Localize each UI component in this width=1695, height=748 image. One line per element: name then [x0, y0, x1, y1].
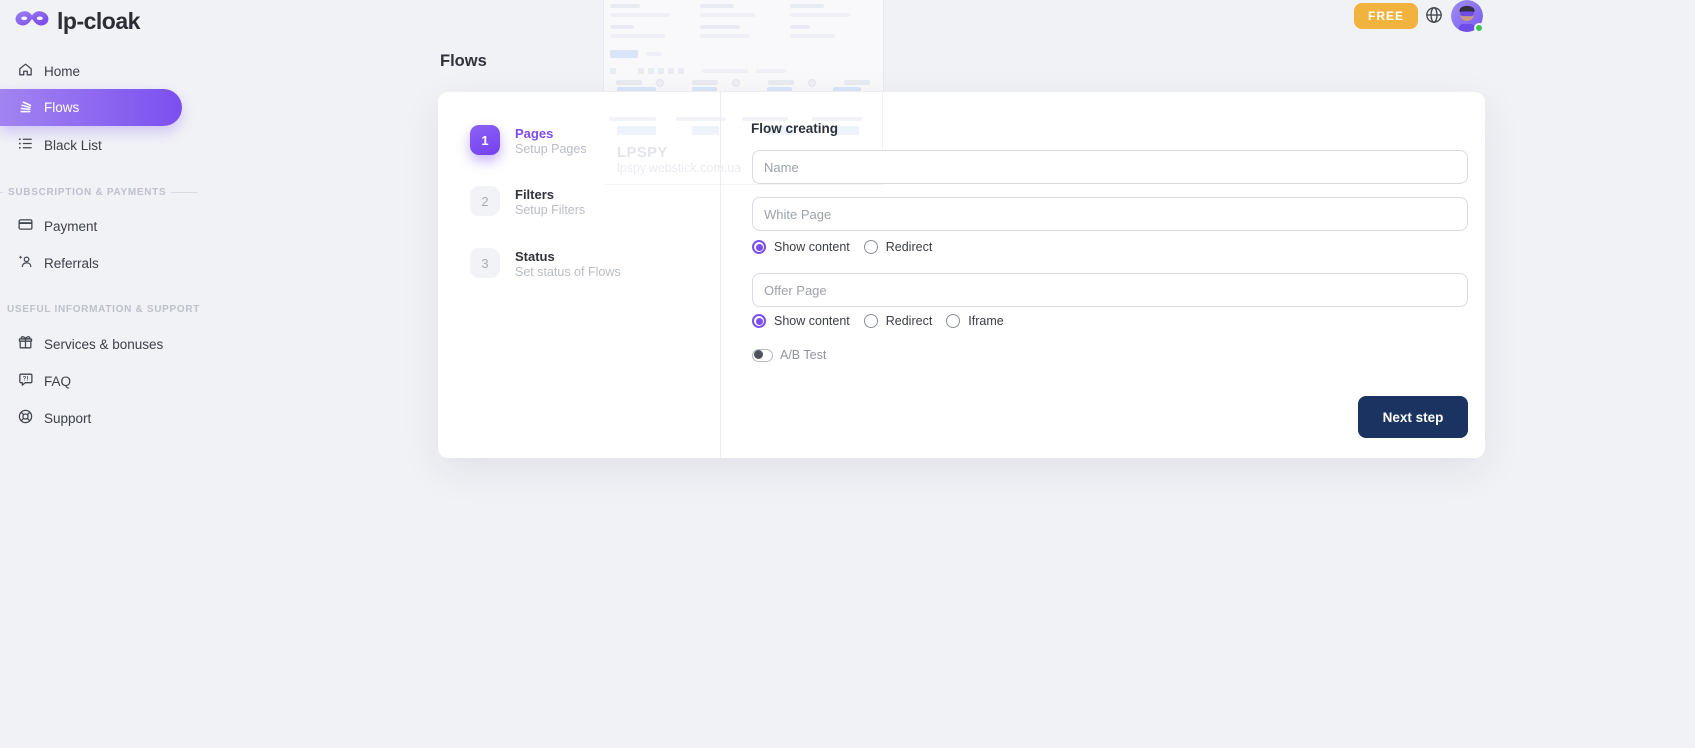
step-number-badge: 1	[470, 125, 500, 155]
sidebar-item-label: Services & bonuses	[44, 337, 163, 352]
flows-stack-icon	[17, 98, 34, 118]
sidebar-item-referrals[interactable]: Referrals	[0, 250, 200, 276]
ghost-card-title: LPSPY	[617, 144, 668, 161]
sidebar-item-faq[interactable]: ?! FAQ	[0, 368, 200, 394]
lifebuoy-icon	[17, 408, 34, 428]
sidebar-item-payment[interactable]: Payment	[0, 213, 200, 239]
section-dash	[171, 192, 198, 193]
modal-divider	[720, 92, 721, 458]
sidebar: Home Flows Black List SUBSCRIPTION & PAY…	[0, 0, 200, 748]
svg-text:?!: ?!	[23, 377, 29, 383]
sidebar-item-support[interactable]: Support	[0, 405, 200, 431]
sidebar-section-subscription: SUBSCRIPTION & PAYMENTS	[0, 187, 200, 198]
radio-unselected-icon	[864, 240, 878, 254]
app-screen: lp-cloak FREE	[0, 0, 1695, 748]
radio-label: Iframe	[968, 314, 1003, 328]
offer-page-input[interactable]	[752, 273, 1468, 307]
step-title: Status	[515, 249, 621, 264]
step-subtitle: Set status of Flows	[515, 265, 621, 280]
radio-label: Redirect	[886, 314, 933, 328]
step-number-badge: 2	[470, 186, 500, 216]
next-step-button[interactable]: Next step	[1358, 396, 1468, 438]
offer-page-mode-radios: Show content Redirect Iframe	[752, 313, 1018, 328]
radio-offer-redirect[interactable]: Redirect	[864, 314, 933, 328]
sidebar-item-home[interactable]: Home	[0, 58, 200, 84]
sidebar-item-flows[interactable]: Flows	[0, 89, 182, 126]
radio-unselected-icon	[946, 314, 960, 328]
sidebar-item-services[interactable]: Services & bonuses	[0, 331, 200, 357]
language-globe-icon[interactable]	[1424, 5, 1444, 25]
sidebar-item-black-list[interactable]: Black List	[0, 132, 200, 158]
step-subtitle: Setup Filters	[515, 203, 585, 218]
radio-white-redirect[interactable]: Redirect	[864, 240, 933, 254]
step-title: Pages	[515, 126, 587, 141]
ab-test-label: A/B Test	[780, 348, 826, 362]
white-page-mode-radios: Show content Redirect	[752, 239, 946, 254]
radio-label: Redirect	[886, 240, 933, 254]
gift-icon	[17, 334, 34, 354]
white-page-input[interactable]	[752, 197, 1468, 231]
section-dash	[0, 192, 3, 193]
sidebar-section-support: USEFUL INFORMATION & SUPPORT	[0, 304, 200, 315]
radio-unselected-icon	[864, 314, 878, 328]
sidebar-item-label: FAQ	[44, 374, 71, 389]
sidebar-item-label: Referrals	[44, 256, 99, 271]
section-title: USEFUL INFORMATION & SUPPORT	[7, 304, 200, 315]
credit-card-icon	[17, 216, 34, 236]
step-number-badge: 3	[470, 248, 500, 278]
step-title: Filters	[515, 187, 585, 202]
person-star-icon	[17, 253, 34, 273]
flow-name-input[interactable]	[752, 150, 1468, 184]
radio-label: Show content	[774, 240, 850, 254]
radio-selected-icon	[752, 314, 766, 328]
background-ghost-table	[603, 0, 884, 91]
radio-white-show-content[interactable]: Show content	[752, 240, 850, 254]
section-title: SUBSCRIPTION & PAYMENTS	[8, 187, 166, 198]
user-avatar[interactable]	[1451, 0, 1483, 32]
form-title: Flow creating	[751, 121, 838, 136]
sidebar-item-label: Payment	[44, 219, 97, 234]
online-status-dot	[1474, 23, 1484, 33]
radio-label: Show content	[774, 314, 850, 328]
radio-offer-iframe[interactable]: Iframe	[946, 314, 1003, 328]
ab-test-toggle[interactable]	[752, 349, 773, 362]
list-icon	[17, 135, 34, 155]
sidebar-item-label: Home	[44, 64, 80, 79]
ab-test-row: A/B Test	[752, 348, 826, 362]
ghost-card-url: lpspy.webstick.com.ua	[617, 161, 741, 175]
faq-bubble-icon: ?!	[17, 371, 34, 391]
plan-badge[interactable]: FREE	[1354, 3, 1418, 29]
radio-selected-icon	[752, 240, 766, 254]
page-title: Flows	[440, 52, 487, 71]
radio-offer-show-content[interactable]: Show content	[752, 314, 850, 328]
sidebar-item-label: Flows	[44, 100, 79, 115]
toggle-knob	[754, 350, 763, 359]
home-icon	[17, 61, 34, 81]
step-subtitle: Setup Pages	[515, 142, 587, 157]
sidebar-item-label: Support	[44, 411, 91, 426]
flow-creating-modal: LPSPY lpspy.webstick.com.ua 1 Pages Setu…	[438, 92, 1485, 458]
sidebar-item-label: Black List	[44, 138, 102, 153]
